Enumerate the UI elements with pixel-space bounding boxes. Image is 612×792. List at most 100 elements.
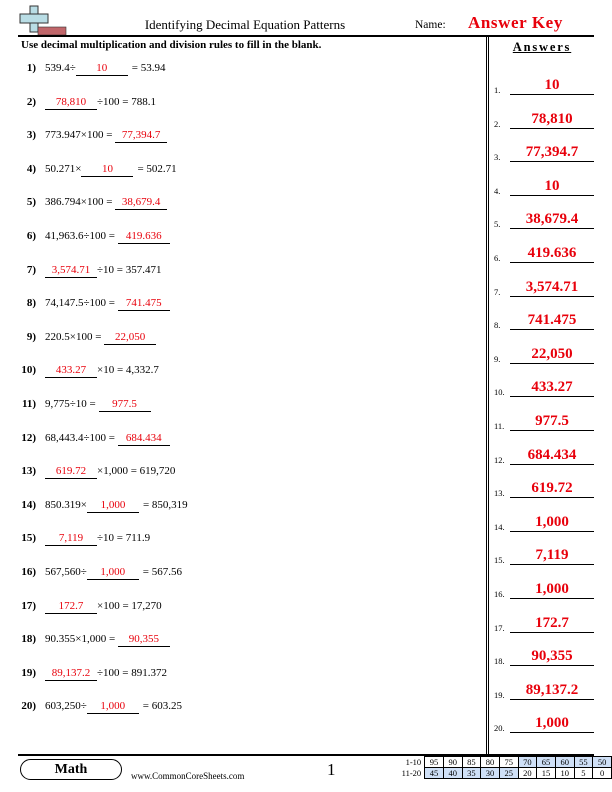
answer-value[interactable]: 684.434 (510, 447, 594, 465)
answer-value[interactable]: 10 (510, 77, 594, 95)
answer-number: 11. (494, 421, 505, 431)
answer-number: 2. (494, 118, 501, 129)
answer-blank[interactable]: 77,394.7 (115, 129, 168, 144)
question-row: 6) 41,963.6÷100 = 419.636 (0, 230, 470, 250)
equation-left: 50.271× (45, 162, 82, 175)
answer-blank[interactable]: 7,119 (45, 532, 97, 547)
score-cell: 5 (573, 767, 594, 779)
equation-right: ÷100 = 891.372 (97, 666, 167, 679)
answer-value[interactable]: 3,574.71 (510, 279, 594, 297)
answer-blank[interactable]: 741.475 (117, 297, 170, 312)
answer-value[interactable]: 1,000 (510, 715, 594, 734)
answer-value[interactable]: 1,000 (510, 581, 594, 599)
answer-value[interactable]: 419.636 (510, 245, 594, 263)
answer-number: 13. (494, 488, 505, 499)
answer-value[interactable]: 10 (510, 178, 594, 196)
answer-value[interactable]: 89,137.2 (510, 682, 594, 700)
answer-value[interactable]: 619.72 (510, 480, 594, 499)
answer-value[interactable]: 172.7 (510, 615, 594, 633)
answer-blank[interactable]: 977.5 (98, 398, 151, 412)
answer-blank[interactable]: 684.434 (117, 432, 170, 446)
answer-blank[interactable]: 10 (81, 163, 134, 177)
equation-right: ×1,000 = 619,720 (97, 465, 176, 478)
question-row: 12) 68,443.4÷100 = 684.434 (0, 432, 470, 452)
question-number: 18) (21, 633, 36, 646)
equation: 78,810 ÷100 = 788.1 (45, 96, 156, 110)
answer-number: 12. (494, 454, 505, 465)
answer-value[interactable]: 90,355 (510, 648, 594, 667)
answer-number: 5. (494, 219, 501, 230)
answer-number: 7. (494, 286, 501, 297)
name-label: Name: (415, 19, 446, 31)
equation-left: 850.319× (45, 498, 87, 511)
score-cell: 70 (517, 756, 538, 768)
equation-right: ÷10 = 711.9 (97, 532, 151, 545)
equation-left: 773.947×100 = (45, 129, 116, 142)
answer-blank[interactable]: 3,574.71 (45, 264, 97, 278)
equation: 172.7 ×100 = 17,270 (45, 600, 162, 614)
answer-value[interactable]: 433.27 (510, 379, 594, 398)
answer-blank[interactable]: 78,810 (45, 96, 97, 110)
answer-blank[interactable]: 38,679.4 (115, 196, 168, 211)
equation: 50.271× 10 = 502.71 (45, 163, 177, 177)
column-divider (486, 36, 489, 754)
equation: 3,574.71 ÷10 = 357.471 (45, 264, 162, 278)
answer-value[interactable]: 977.5 (510, 413, 594, 431)
equation: 619.72 ×1,000 = 619,720 (45, 465, 176, 480)
score-cell: 0 (592, 767, 612, 779)
question-row: 18) 90.355×1,000 = 90,355 (0, 633, 470, 653)
site-url[interactable]: www.CommonCoreSheets.com (131, 771, 244, 781)
equation: 539.4÷ 10 = 53.94 (45, 62, 166, 76)
question-number: 10) (21, 364, 36, 377)
question-row: 13) 619.72 ×1,000 = 619,720 (0, 465, 470, 485)
score-cell: 60 (554, 756, 575, 768)
answer-row: 3. 77,394.7 (494, 142, 594, 163)
question-row: 10) 433.27 ×10 = 4,332.7 (0, 364, 470, 384)
answer-value[interactable]: 1,000 (510, 514, 594, 532)
question-number: 14) (21, 498, 36, 511)
equation-left: 386.794×100 = (45, 196, 116, 209)
equation-left: 220.5×100 = (45, 330, 105, 343)
question-number: 17) (21, 599, 36, 612)
answer-blank[interactable]: 89,137.2 (45, 667, 97, 681)
question-row: 14) 850.319× 1,000 = 850,319 (0, 499, 470, 519)
equation-left: 603,250÷ (45, 700, 87, 713)
score-cell: 85 (461, 756, 482, 768)
score-cell: 30 (480, 767, 500, 779)
question-row: 11) 9,775÷10 = 977.5 (0, 398, 470, 418)
answer-blank[interactable]: 1,000 (86, 566, 139, 580)
question-row: 3) 773.947×100 = 77,394.7 (0, 129, 470, 149)
equation-right: ×100 = 17,270 (97, 599, 162, 612)
answer-value[interactable]: 22,050 (510, 346, 594, 364)
answer-value[interactable]: 78,810 (510, 111, 594, 129)
answer-blank[interactable]: 22,050 (104, 331, 157, 345)
score-cell: 80 (480, 756, 500, 768)
answer-blank[interactable]: 433.27 (45, 364, 97, 379)
score-cell: 55 (573, 756, 594, 768)
answer-value[interactable]: 77,394.7 (510, 144, 594, 163)
answer-value[interactable]: 741.475 (510, 312, 594, 331)
answer-number: 3. (494, 152, 501, 163)
equation-right: ÷10 = 357.471 (97, 263, 162, 276)
answer-number: 17. (494, 622, 505, 633)
score-range-label: 1-10 (405, 757, 422, 767)
question-number: 19) (21, 666, 36, 679)
answer-row: 2. 78,810 (494, 109, 594, 129)
score-cell: 20 (517, 767, 538, 779)
answer-blank[interactable]: 172.7 (45, 600, 97, 614)
answer-blank[interactable]: 1,000 (86, 700, 139, 715)
equation-right: = 53.94 (131, 62, 166, 74)
answer-number: 18. (494, 656, 505, 667)
question-row: 5) 386.794×100 = 38,679.4 (0, 196, 470, 216)
answer-value[interactable]: 38,679.4 (510, 211, 594, 230)
answer-blank[interactable]: 10 (75, 62, 128, 76)
answer-blank[interactable]: 1,000 (86, 499, 139, 513)
answer-value[interactable]: 7,119 (510, 547, 594, 566)
answer-blank[interactable]: 419.636 (117, 230, 170, 244)
header-rule (18, 35, 594, 37)
answer-row: 8. 741.475 (494, 310, 594, 331)
answer-blank[interactable]: 90,355 (117, 633, 170, 648)
question-row: 9) 220.5×100 = 22,050 (0, 331, 470, 351)
equation: 9,775÷10 = 977.5 (45, 398, 151, 412)
answer-blank[interactable]: 619.72 (45, 465, 97, 480)
